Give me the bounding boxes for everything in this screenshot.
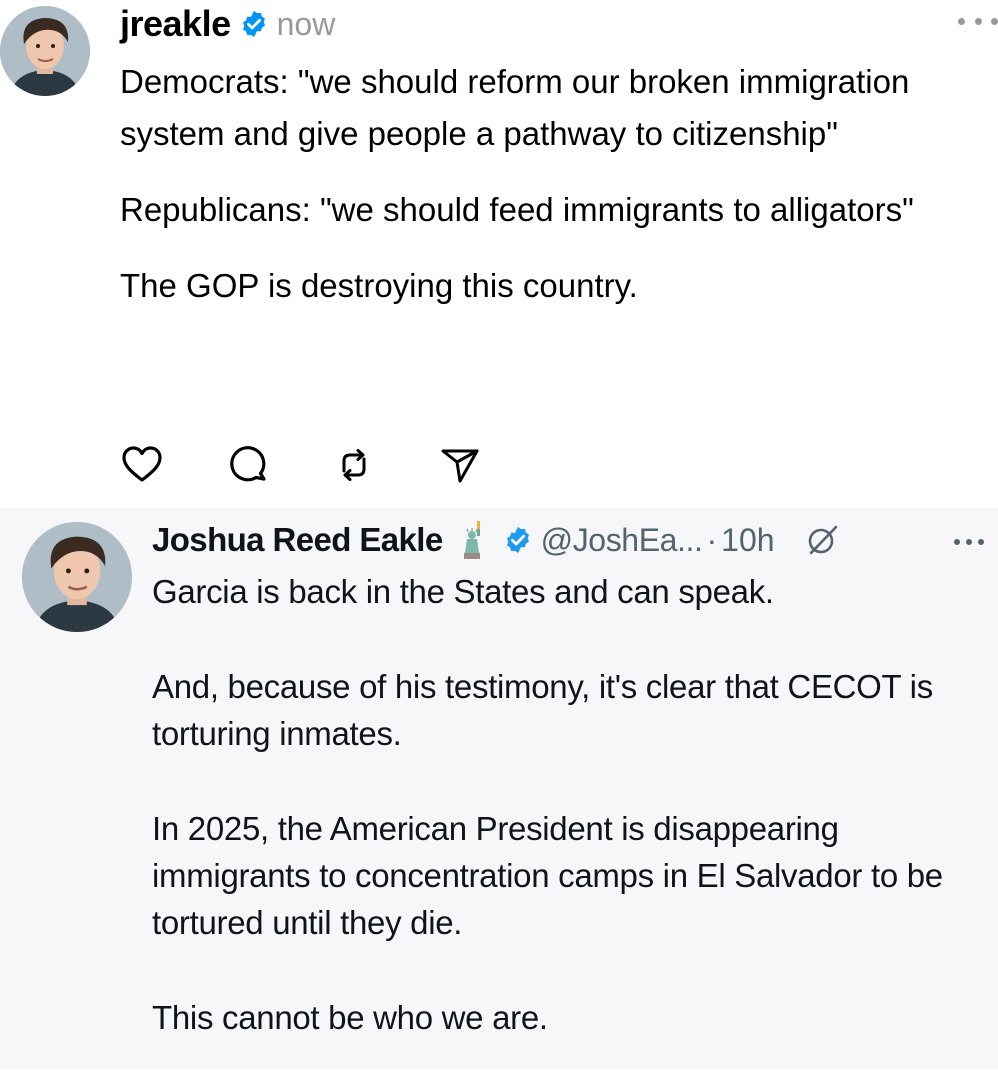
like-button[interactable] xyxy=(120,443,164,487)
post-paragraph: Democrats: "we should reform our broken … xyxy=(120,63,910,152)
repost-button[interactable] xyxy=(332,443,376,487)
tweet-paragraph: And, because of his testimony, it's clea… xyxy=(152,668,933,752)
user-handle[interactable]: @JoshEa... xyxy=(541,522,703,559)
share-icon xyxy=(441,449,479,483)
tweet-header: Joshua Reed Eakle @JoshEa... · 10h xyxy=(152,518,841,562)
top-post: jreakle now Democrats: "we should reform… xyxy=(0,0,998,508)
repost-icon xyxy=(342,449,366,481)
username[interactable]: jreakle xyxy=(120,3,231,45)
tweet-body: Garcia is back in the States and can spe… xyxy=(152,568,992,1089)
tweet-time[interactable]: 10h xyxy=(721,522,774,559)
avatar[interactable] xyxy=(0,6,90,96)
heart-icon xyxy=(122,446,162,482)
avatar-portrait-icon xyxy=(0,6,90,96)
post-body: Democrats: "we should reform our broken … xyxy=(120,56,990,336)
separator-dot: · xyxy=(706,521,718,558)
avatar-portrait-icon xyxy=(22,522,132,632)
post-actions xyxy=(120,443,544,487)
verified-badge-icon xyxy=(242,10,265,38)
reply-button[interactable] xyxy=(226,443,270,487)
more-options-icon[interactable] xyxy=(954,532,984,552)
more-options-icon[interactable] xyxy=(958,6,998,36)
post-paragraph: Republicans: "we should feed immigrants … xyxy=(120,191,914,228)
avatar[interactable] xyxy=(22,522,132,632)
post-paragraph: The GOP is destroying this country. xyxy=(120,267,638,304)
grok-icon[interactable] xyxy=(805,522,841,558)
post-header: jreakle now xyxy=(120,2,335,46)
tweet-paragraph: This cannot be who we are. xyxy=(152,999,548,1036)
display-name[interactable]: Joshua Reed Eakle xyxy=(152,521,443,559)
verified-badge-icon xyxy=(506,526,529,554)
statue-of-liberty-icon xyxy=(463,521,480,559)
comment-icon xyxy=(230,446,266,482)
tweet-paragraph: In 2025, the American President is disap… xyxy=(152,810,943,941)
tweet-paragraph: Garcia is back in the States and can spe… xyxy=(152,573,774,610)
share-button[interactable] xyxy=(438,443,482,487)
quoted-tweet[interactable]: Joshua Reed Eakle @JoshEa... · 10h Garci… xyxy=(0,508,998,1069)
post-time: now xyxy=(276,5,336,42)
